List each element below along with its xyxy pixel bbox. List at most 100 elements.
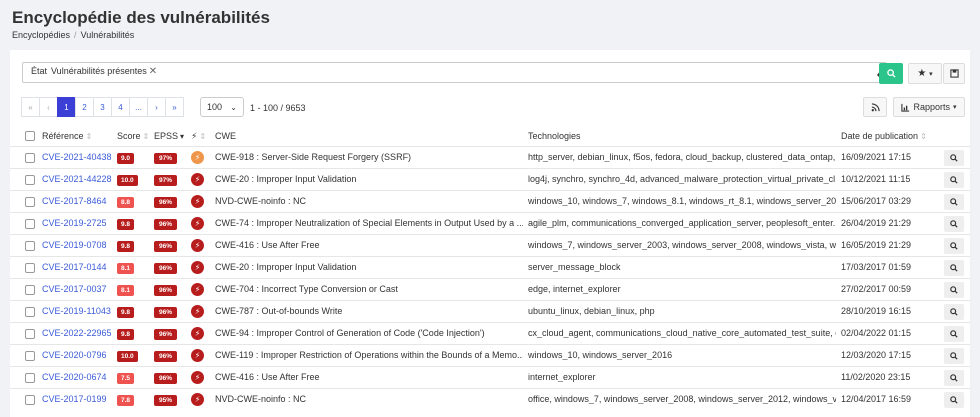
cve-link[interactable]: CVE-2019-11043 (42, 306, 111, 316)
details-button[interactable] (944, 216, 964, 232)
row-checkbox[interactable] (25, 351, 35, 361)
search-button[interactable] (879, 63, 903, 84)
row-checkbox[interactable] (25, 241, 35, 251)
bolt-icon: ⚡ (191, 261, 204, 274)
details-button[interactable] (944, 392, 964, 408)
prev-page-button[interactable]: ‹ (39, 97, 58, 117)
first-page-button[interactable]: « (21, 97, 40, 117)
table-row[interactable]: CVE-2017-0037 8.1 96% ⚡ CWE-704 : Incorr… (10, 278, 970, 300)
row-checkbox[interactable] (25, 307, 35, 317)
details-button[interactable] (944, 172, 964, 188)
cve-link[interactable]: CVE-2017-0144 (42, 262, 107, 272)
sort-desc-icon: ▾ (180, 132, 185, 141)
cve-link[interactable]: CVE-2022-22965 (42, 328, 112, 338)
next-page-button[interactable]: › (147, 97, 166, 117)
col-exploit[interactable]: ⚡ ⇕ (191, 131, 206, 142)
page-2-button[interactable]: 2 (75, 97, 94, 117)
row-checkbox[interactable] (25, 285, 35, 295)
epss-badge: 96% (154, 197, 178, 208)
filter-input[interactable]: État Vulnérabilités présentes ✕ (22, 62, 887, 83)
table-row[interactable]: CVE-2017-0144 8.1 96% ⚡ CWE-20 : Imprope… (10, 256, 970, 278)
details-button[interactable] (944, 370, 964, 386)
epss-badge: 96% (154, 241, 178, 252)
date-cell: 10/12/2021 11:15 (841, 174, 911, 184)
score-badge: 10.0 (117, 175, 138, 186)
cve-link[interactable]: CVE-2020-0674 (42, 372, 107, 382)
page-3-button[interactable]: 3 (93, 97, 112, 117)
technologies-cell: windows_10, windows_7, windows_8.1, wind… (528, 196, 836, 206)
filter-chip-label: État (31, 66, 48, 76)
select-all-checkbox[interactable] (25, 131, 35, 141)
reports-button[interactable]: Rapports ▾ (893, 97, 965, 117)
technologies-cell: windows_7, windows_server_2003, windows_… (528, 240, 836, 250)
technologies-cell: internet_explorer (528, 372, 596, 382)
details-button[interactable] (944, 194, 964, 210)
cwe-cell: NVD-CWE-noinfo : NC (215, 394, 307, 404)
table-row[interactable]: CVE-2021-40438 9.0 97% ⚡ CWE-918 : Serve… (10, 146, 970, 168)
cve-link[interactable]: CVE-2020-0796 (42, 350, 107, 360)
search-icon (950, 220, 958, 228)
cwe-cell: CWE-416 : Use After Free (215, 240, 320, 250)
details-button[interactable] (944, 348, 964, 364)
row-checkbox[interactable] (25, 197, 35, 207)
details-button[interactable] (944, 304, 964, 320)
cve-link[interactable]: CVE-2017-8464 (42, 196, 107, 206)
row-checkbox[interactable] (25, 175, 35, 185)
col-score[interactable]: Score ⇕ (117, 131, 149, 141)
details-button[interactable] (944, 282, 964, 298)
row-checkbox[interactable] (25, 153, 35, 163)
cve-link[interactable]: CVE-2017-0199 (42, 394, 107, 404)
technologies-cell: cx_cloud_agent, communications_cloud_nat… (528, 328, 836, 338)
table-row[interactable]: CVE-2019-11043 9.8 96% ⚡ CWE-787 : Out-o… (10, 300, 970, 322)
table-header: Référence ⇕ Score ⇕ EPSS ▾ ⚡ ⇕ CWE Technolog… (10, 129, 970, 145)
row-checkbox[interactable] (25, 219, 35, 229)
favorites-dropdown-button[interactable]: ★ ▾ (908, 63, 942, 84)
score-badge: 7.5 (117, 373, 135, 384)
page-4-button[interactable]: 4 (111, 97, 130, 117)
page-size-select[interactable]: 100 ⌄ (200, 97, 244, 117)
details-button[interactable] (944, 238, 964, 254)
row-checkbox[interactable] (25, 395, 35, 405)
table-row[interactable]: CVE-2019-2725 9.8 96% ⚡ CWE-74 : Imprope… (10, 212, 970, 234)
col-reference[interactable]: Référence ⇕ (42, 131, 92, 141)
score-badge: 9.8 (117, 307, 135, 318)
row-checkbox[interactable] (25, 329, 35, 339)
table-row[interactable]: CVE-2017-0199 7.8 95% ⚡ NVD-CWE-noinfo :… (10, 388, 970, 410)
table-row[interactable]: CVE-2019-0708 9.8 96% ⚡ CWE-416 : Use Af… (10, 234, 970, 256)
score-badge: 10.0 (117, 351, 138, 362)
details-button[interactable] (944, 326, 964, 342)
table-row[interactable]: CVE-2021-44228 10.0 97% ⚡ CWE-20 : Impro… (10, 168, 970, 190)
page-1-button[interactable]: 1 (57, 97, 76, 117)
table-row[interactable]: CVE-2022-22965 9.8 96% ⚡ CWE-94 : Improp… (10, 322, 970, 344)
table-row[interactable]: CVE-2017-8464 8.8 96% ⚡ NVD-CWE-noinfo :… (10, 190, 970, 212)
cve-link[interactable]: CVE-2019-2725 (42, 218, 107, 228)
col-date[interactable]: Date de publication ⇕ (841, 131, 927, 141)
epss-badge: 96% (154, 219, 178, 230)
remove-filter-icon[interactable]: ✕ (149, 66, 157, 77)
technologies-cell: http_server, debian_linux, f5os, fedora,… (528, 152, 836, 162)
last-page-button[interactable]: » (165, 97, 184, 117)
breadcrumb-encyclopedies[interactable]: Encyclopédies (12, 30, 70, 40)
page-ellipsis[interactable]: ... (129, 97, 148, 117)
date-cell: 16/05/2019 21:29 (841, 240, 912, 250)
bolt-icon: ⚡ (191, 151, 204, 164)
cwe-cell: CWE-20 : Improper Input Validation (215, 174, 357, 184)
cve-link[interactable]: CVE-2021-44228 (42, 174, 112, 184)
rss-button[interactable] (863, 97, 887, 117)
details-button[interactable] (944, 260, 964, 276)
row-checkbox[interactable] (25, 373, 35, 383)
col-epss[interactable]: EPSS ▾ (154, 131, 184, 141)
details-button[interactable] (944, 150, 964, 166)
pagination: « ‹ 1 2 3 4 ... › » (21, 97, 184, 117)
row-checkbox[interactable] (25, 263, 35, 273)
cwe-cell: CWE-94 : Improper Control of Generation … (215, 328, 485, 338)
cve-link[interactable]: CVE-2021-40438 (42, 152, 112, 162)
cve-link[interactable]: CVE-2019-0708 (42, 240, 107, 250)
date-cell: 28/10/2019 16:15 (841, 306, 912, 316)
save-filter-button[interactable] (943, 63, 965, 84)
bolt-icon: ⚡ (191, 195, 204, 208)
table-row[interactable]: CVE-2020-0674 7.5 96% ⚡ CWE-416 : Use Af… (10, 366, 970, 388)
score-badge: 9.8 (117, 241, 135, 252)
table-row[interactable]: CVE-2020-0796 10.0 96% ⚡ CWE-119 : Impro… (10, 344, 970, 366)
cve-link[interactable]: CVE-2017-0037 (42, 284, 107, 294)
